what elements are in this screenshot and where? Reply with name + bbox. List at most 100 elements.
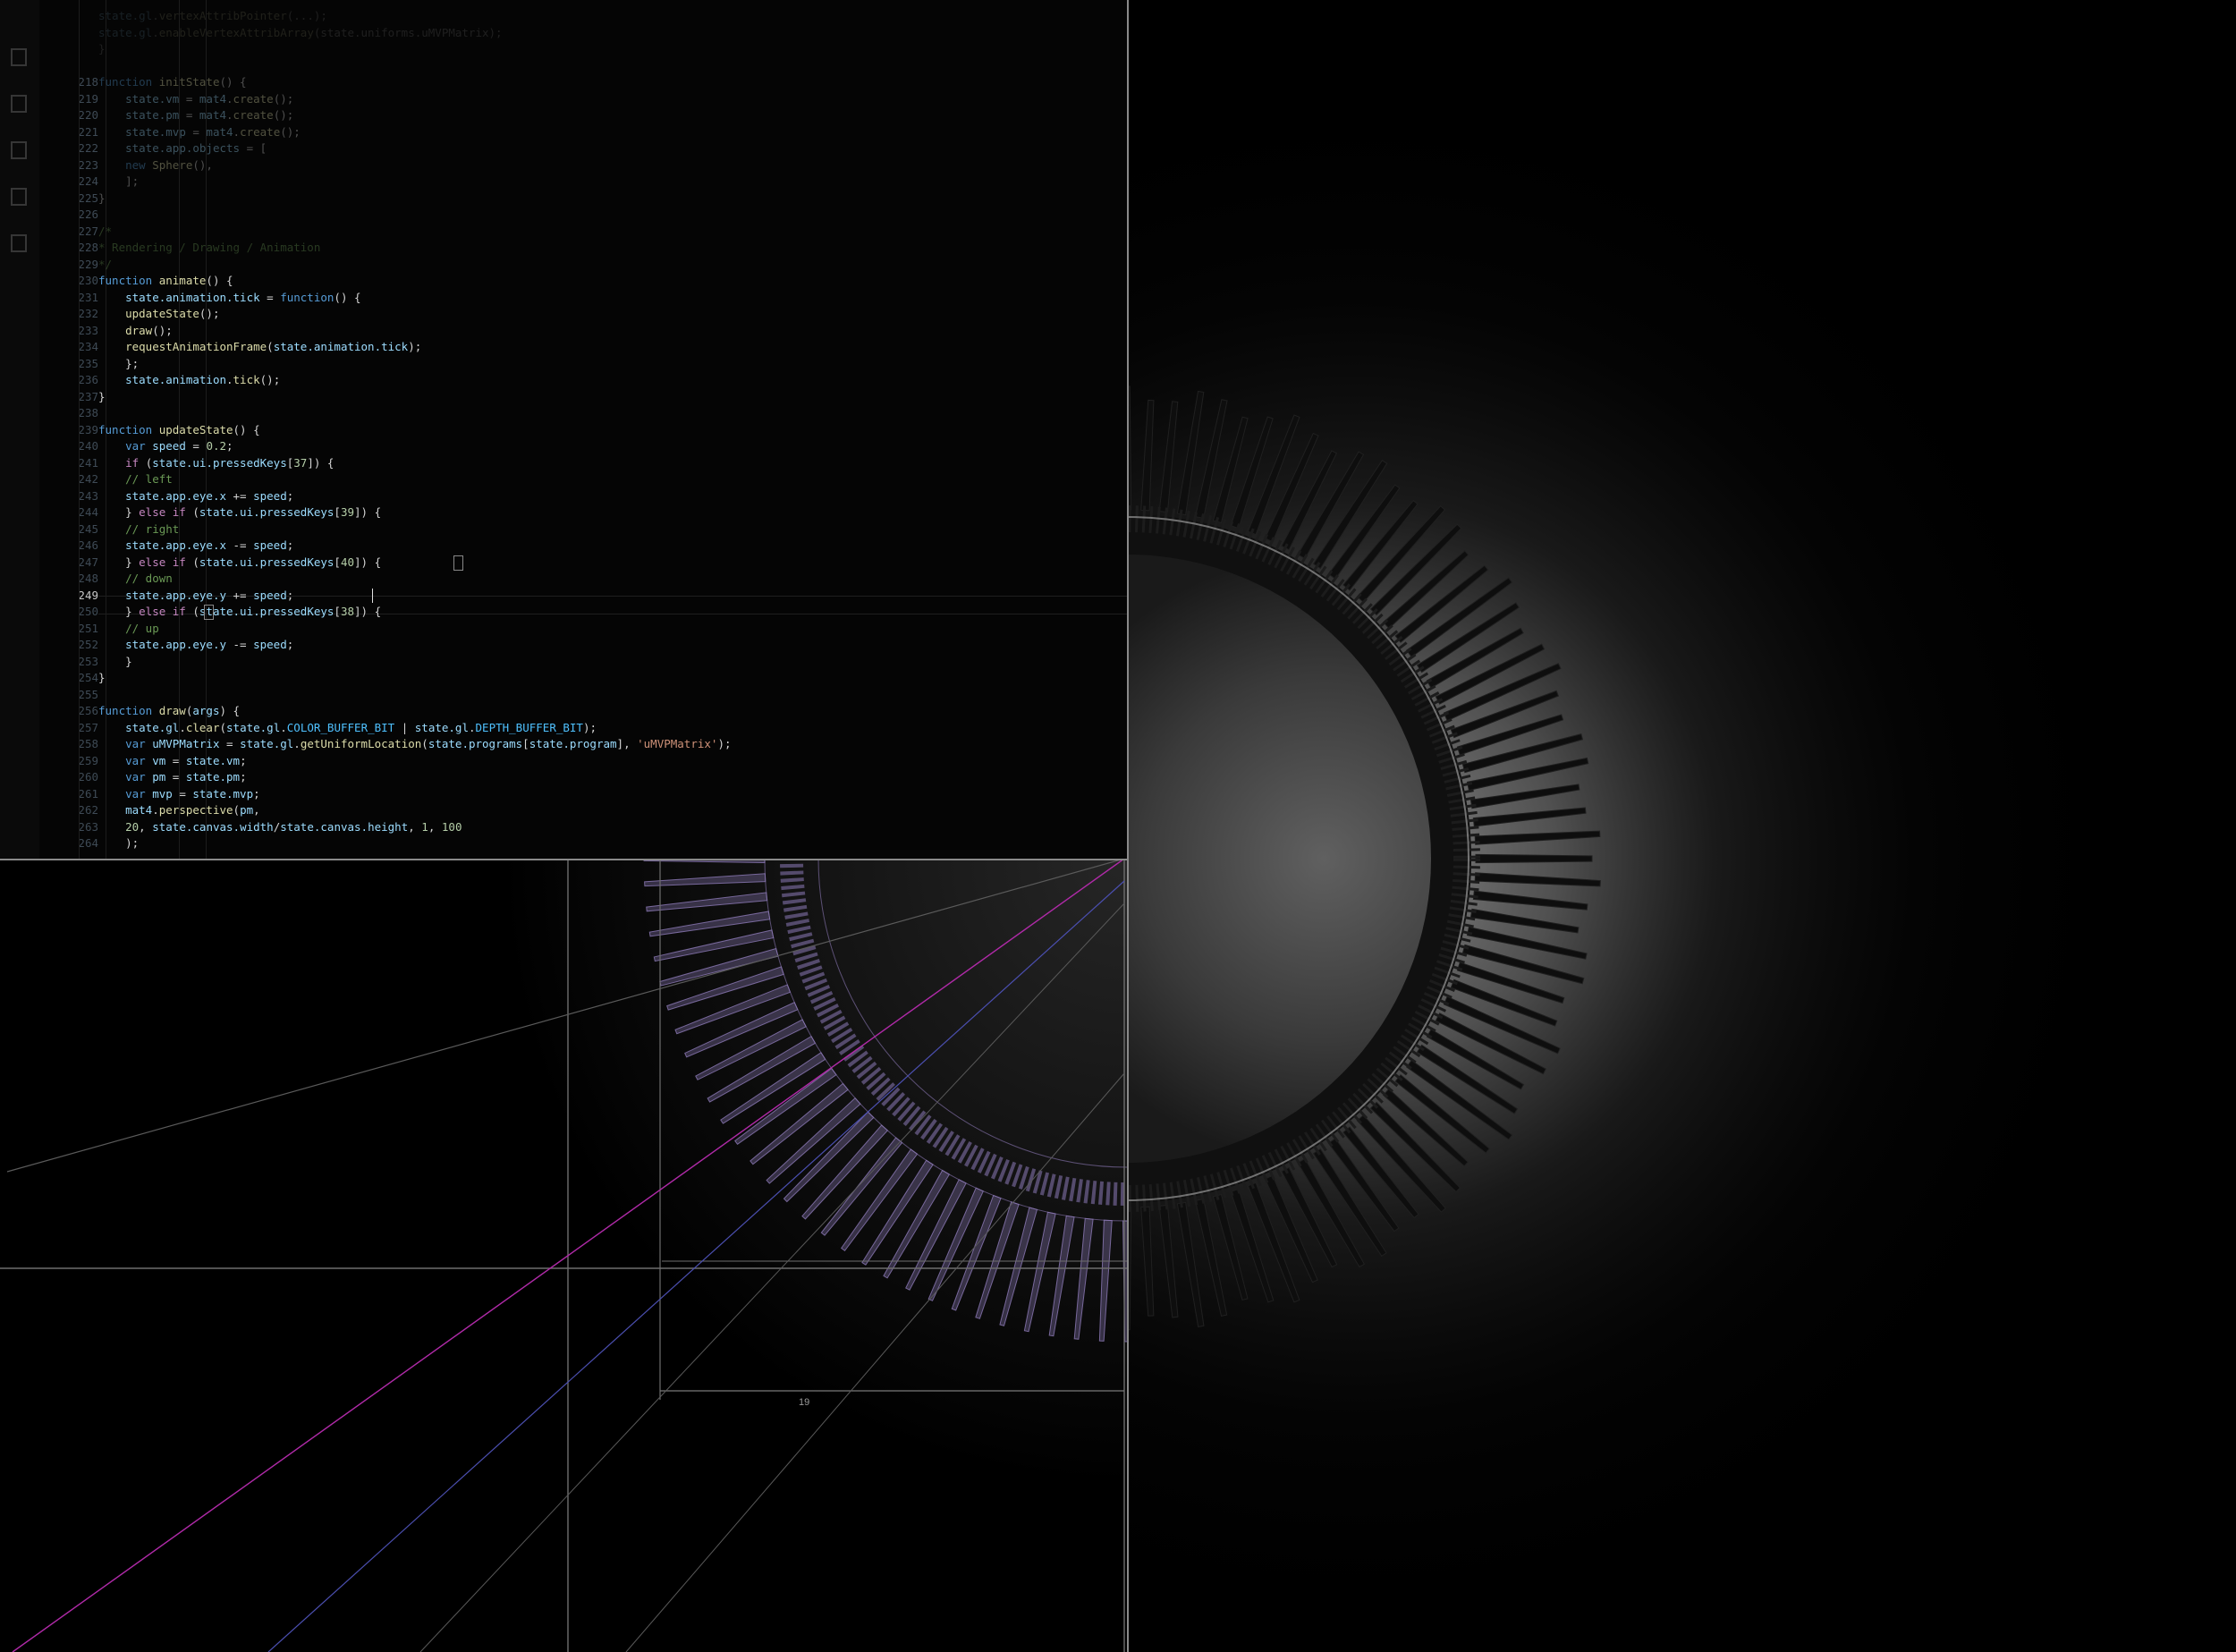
code-token: = — [185, 439, 207, 453]
code-line[interactable]: // down — [98, 571, 173, 588]
code-line[interactable]: var vm = state.vm; — [98, 753, 247, 770]
line-number: 219 — [78, 91, 98, 106]
code-line[interactable]: ); — [98, 835, 139, 852]
code-line[interactable]: // right — [98, 521, 179, 538]
code-token: create — [233, 91, 274, 106]
code-line[interactable]: function draw(args) { — [98, 703, 240, 720]
code-line[interactable]: state.pm = mat4.create(); — [98, 107, 293, 124]
code-text-area[interactable]: state.gl.vertexAttribPointer(...); state.… — [98, 0, 1127, 859]
code-line[interactable]: * Rendering / Drawing / Animation — [98, 240, 320, 257]
code-line[interactable]: state.mvp = mat4.create(); — [98, 124, 301, 141]
code-line[interactable]: */ — [98, 257, 112, 274]
code-line[interactable]: mat4.perspective(pm, — [98, 802, 260, 819]
line-number: 261 — [78, 786, 98, 801]
line-number: 237 — [78, 389, 98, 403]
code-token: create — [240, 124, 281, 139]
line-number: 256 — [78, 704, 98, 717]
code-line[interactable]: state.gl.clear(state.gl.COLOR_BUFFER_BIT… — [98, 720, 597, 737]
code-line[interactable]: requestAnimationFrame(state.animation.ti… — [98, 339, 421, 356]
code-line[interactable]: state.animation.tick(); — [98, 372, 280, 389]
code-line[interactable]: var mvp = state.mvp; — [98, 786, 260, 803]
code-line[interactable]: } — [98, 670, 106, 687]
code-line[interactable]: } — [98, 654, 132, 671]
line-number: 259 — [78, 753, 98, 767]
line-number: 264 — [78, 836, 98, 850]
code-token: } — [98, 605, 140, 618]
line-number: 227 — [78, 224, 98, 238]
code-line[interactable]: /* — [98, 224, 112, 241]
code-line[interactable]: function initState() { — [98, 74, 247, 91]
source-control-icon[interactable] — [7, 138, 32, 163]
code-token: speed — [152, 439, 186, 453]
code-line[interactable]: state.gl.enableVertexAttribArray(state.u… — [98, 25, 503, 42]
code-line[interactable]: function animate() { — [98, 273, 233, 290]
code-token: state.app.eye.x — [125, 538, 226, 552]
code-line[interactable]: ]; — [98, 174, 139, 191]
code-line[interactable]: updateState(); — [98, 306, 219, 323]
code-line[interactable]: } else if (state.ui.pressedKeys[40]) { — [98, 555, 381, 572]
code-token: += — [226, 488, 254, 503]
code-line[interactable]: state.vm = mat4.create(); — [98, 91, 293, 108]
code-token: . — [293, 737, 301, 750]
line-number: 258 — [78, 737, 98, 750]
code-token: [ — [334, 505, 341, 519]
code-line[interactable]: } — [98, 41, 106, 58]
code-line[interactable]: } else if (state.ui.pressedKeys[38]) { — [98, 604, 381, 621]
code-token: args — [192, 704, 220, 717]
line-number: 229 — [78, 257, 98, 271]
code-line[interactable]: if (state.ui.pressedKeys[37]) { — [98, 455, 334, 472]
code-line[interactable]: state.app.objects = [ — [98, 140, 267, 157]
line-number: 222 — [78, 141, 98, 155]
code-line[interactable]: } else if (state.ui.pressedKeys[39]) { — [98, 504, 381, 521]
files-icon[interactable] — [7, 45, 32, 70]
code-token: pm — [152, 770, 166, 784]
code-token: . — [233, 124, 241, 139]
code-line[interactable]: state.animation.tick = function() { — [98, 290, 360, 307]
line-number: 263 — [78, 819, 98, 834]
code-token: var — [125, 753, 153, 767]
code-token: state.animation.tick — [125, 290, 260, 304]
extensions-icon[interactable] — [7, 231, 32, 256]
search-icon[interactable] — [7, 91, 32, 116]
code-line[interactable]: }; — [98, 356, 139, 373]
code-editor[interactable]: 218 219 220 221 222 223 224 225 226 227 228 229 230 2… — [0, 0, 1127, 859]
code-line[interactable]: var uMVPMatrix = state.gl.getUniformLoca… — [98, 736, 731, 753]
code-token: state.mvp — [125, 124, 186, 139]
code-line[interactable]: state.gl.vertexAttribPointer(...); — [98, 8, 327, 25]
code-line[interactable]: state.app.eye.x -= speed; — [98, 538, 293, 555]
code-token: updateState — [125, 307, 199, 320]
code-line[interactable]: 20, state.canvas.width/state.canvas.heig… — [98, 819, 462, 836]
run-debug-icon[interactable] — [7, 184, 32, 209]
code-line[interactable]: state.app.eye.y -= speed; — [98, 637, 293, 654]
code-line[interactable]: state.app.eye.x += speed; — [98, 488, 293, 505]
code-line[interactable]: var speed = 0.2; — [98, 438, 233, 455]
dimension-label: 19 — [799, 1397, 810, 1408]
heatsink-fin — [1475, 853, 1593, 864]
code-token: ( — [192, 555, 199, 569]
code-line[interactable]: new Sphere(), — [98, 157, 213, 174]
code-token: state.app.objects — [125, 141, 241, 155]
code-token: = [ — [240, 141, 267, 155]
code-line[interactable]: var pm = state.pm; — [98, 769, 247, 786]
code-line[interactable]: state.app.eye.y += speed; — [98, 588, 293, 605]
code-token: state.ui.pressedKeys — [152, 455, 287, 470]
line-number: 254 — [78, 671, 98, 684]
line-number: 255 — [78, 687, 98, 701]
code-token: } — [98, 671, 106, 684]
code-token: clear — [185, 720, 220, 734]
code-token: mat4 — [199, 91, 227, 106]
code-line[interactable]: } — [98, 191, 106, 208]
code-line[interactable]: } — [98, 389, 106, 406]
code-token: state.gl — [98, 9, 153, 22]
line-number — [63, 8, 98, 25]
code-line[interactable]: function updateState() { — [98, 422, 260, 439]
code-token: ; — [240, 753, 247, 767]
code-token: var — [125, 737, 153, 750]
code-token: state.gl — [125, 720, 180, 734]
code-line[interactable]: // up — [98, 621, 159, 638]
code-line[interactable]: // left — [98, 471, 173, 488]
code-line[interactable]: draw(); — [98, 323, 173, 340]
